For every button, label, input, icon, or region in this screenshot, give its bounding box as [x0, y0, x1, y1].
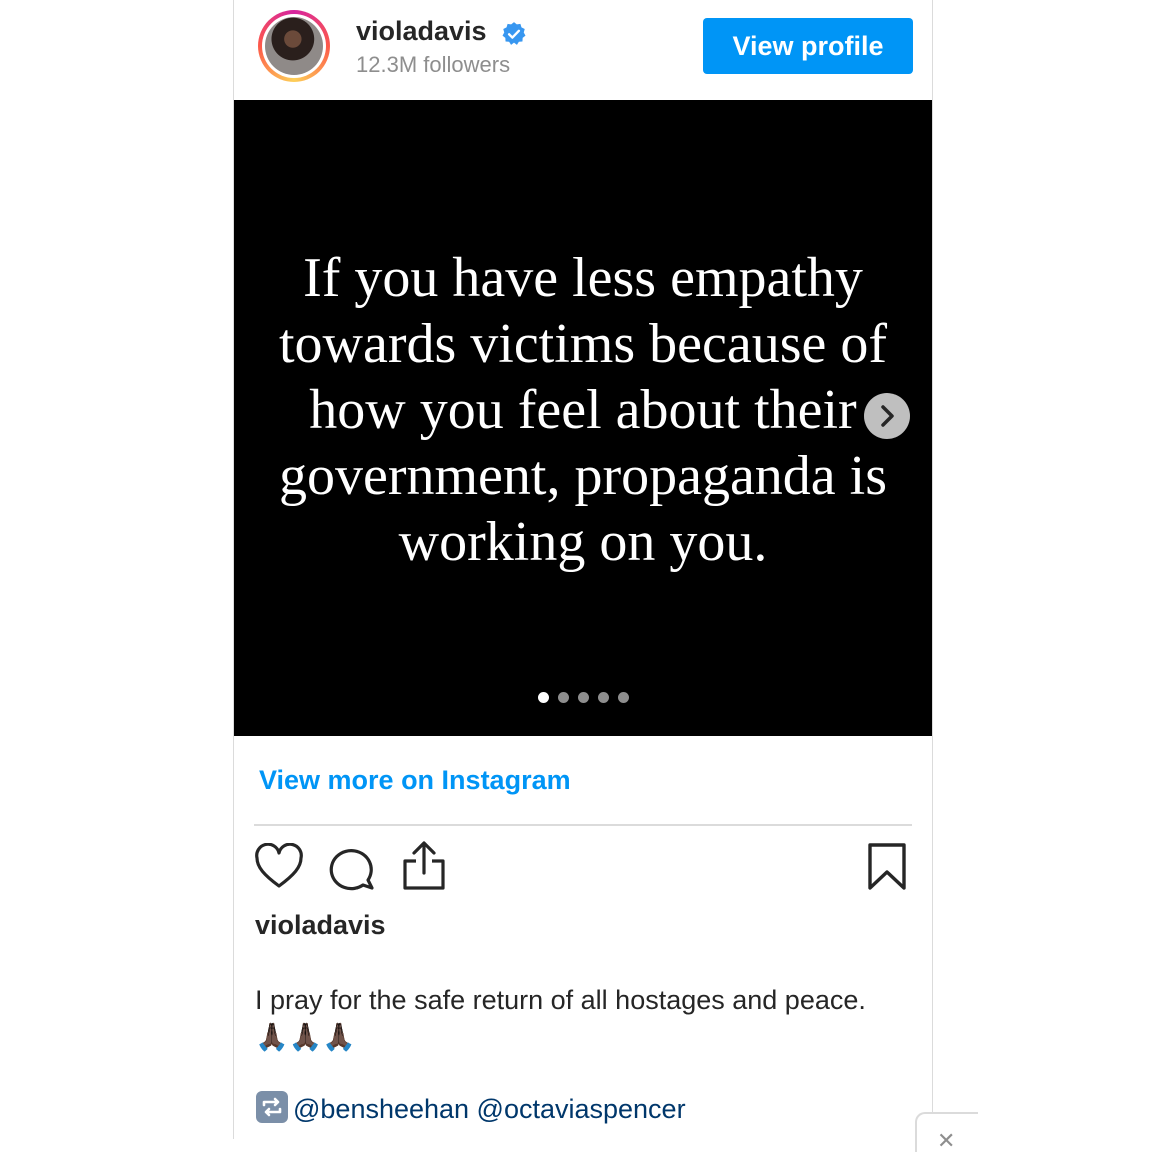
caption-username[interactable]: violadavis [255, 910, 386, 941]
comment-icon[interactable] [327, 843, 377, 891]
repost-icon [256, 1091, 288, 1123]
carousel-dot [577, 692, 589, 703]
floating-close-widget[interactable]: ✕ [915, 1112, 978, 1154]
header-username[interactable]: violadavis [356, 16, 487, 47]
carousel-indicator [234, 692, 932, 703]
view-more-link[interactable]: View more on Instagram [259, 765, 571, 796]
bookmark-icon[interactable] [866, 842, 908, 892]
post-header: violadavis 12.3M followers View profile [234, 0, 932, 100]
carousel-dot [557, 692, 569, 703]
divider [254, 824, 912, 826]
share-icon[interactable] [399, 840, 449, 892]
chevron-right-icon [881, 405, 894, 427]
carousel-dot [617, 692, 629, 703]
view-profile-button[interactable]: View profile [703, 18, 913, 74]
quote-line: how you feel about their [309, 379, 857, 441]
carousel-dot [597, 692, 609, 703]
close-icon[interactable]: ✕ [937, 1128, 955, 1154]
avatar-photo [265, 17, 323, 75]
quote-line: If you have less empathy [303, 247, 863, 309]
follower-count: 12.3M followers [356, 52, 511, 77]
avatar[interactable] [258, 10, 330, 82]
carousel-next-button[interactable] [864, 393, 910, 439]
mention-links[interactable]: @bensheehan @octaviaspencer [293, 1094, 686, 1124]
verified-badge-icon [502, 22, 526, 45]
quote-text: If you have less empathy towards victims… [234, 245, 932, 575]
caption-tags: @bensheehan @octaviaspencer [255, 1090, 686, 1125]
post-media[interactable]: If you have less empathy towards victims… [234, 100, 932, 736]
heart-icon[interactable] [254, 843, 304, 891]
carousel-dot-active [537, 692, 549, 703]
quote-line: government, propaganda is [278, 445, 888, 507]
quote-line: working on you. [398, 511, 768, 573]
instagram-embed-card: violadavis 12.3M followers View profile … [233, 0, 933, 1139]
caption-text: I pray for the safe return of all hostag… [255, 985, 866, 1052]
quote-line: towards victims because of [278, 313, 888, 375]
